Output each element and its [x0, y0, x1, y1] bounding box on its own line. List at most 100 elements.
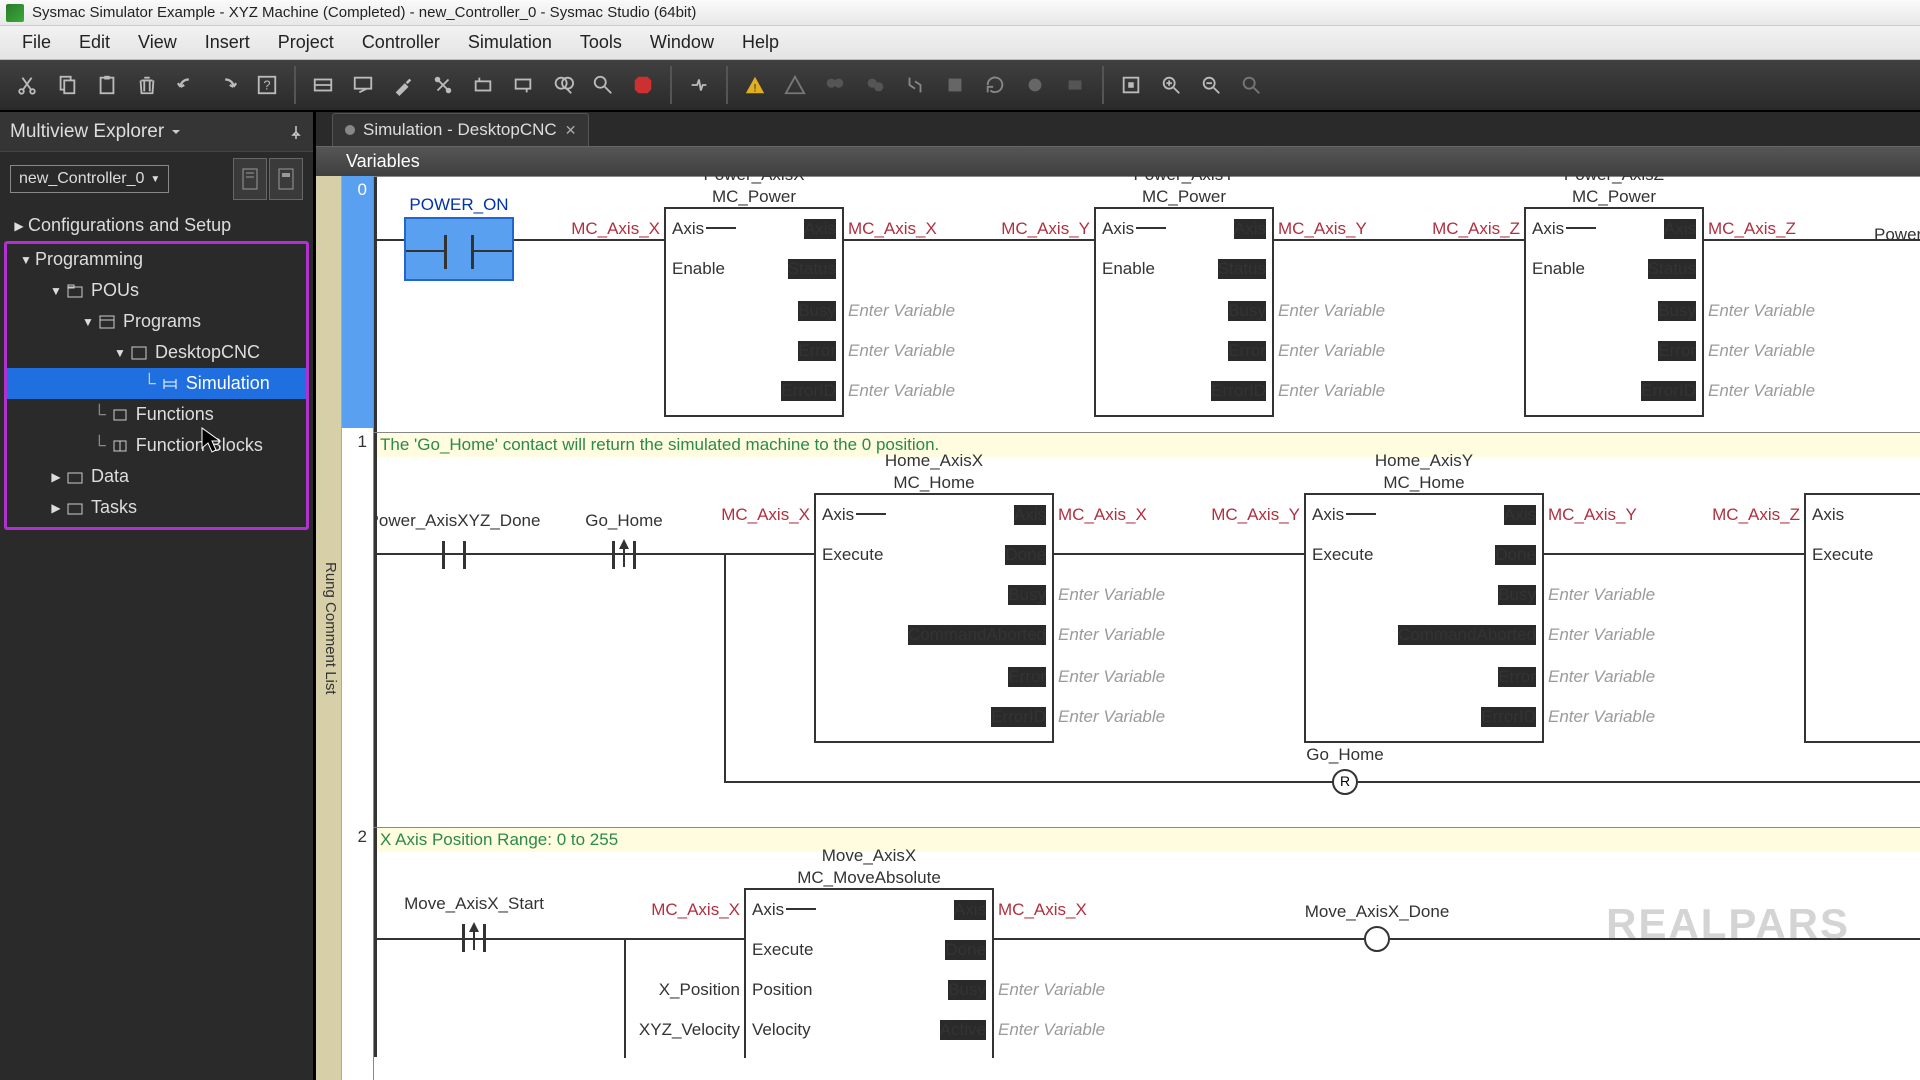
tree-simulation[interactable]: └ Simulation — [7, 368, 306, 399]
fb-power-axisx[interactable]: Power_AxisX MC_Power Axis Axis MC_Axis_X… — [664, 207, 844, 417]
folder-icon — [65, 499, 85, 517]
contact-move-x-start[interactable]: Move_AxisX_Start — [434, 916, 514, 958]
app-icon — [6, 4, 24, 22]
disabled-1-icon — [816, 66, 854, 104]
rung-icon-1[interactable] — [464, 66, 502, 104]
coil-move-x-done[interactable]: Move_AxisX_Done — [1364, 926, 1390, 952]
wire — [844, 239, 1094, 241]
menu-insert[interactable]: Insert — [191, 28, 264, 57]
record-icon[interactable] — [1016, 66, 1054, 104]
rung-icon-2[interactable] — [504, 66, 542, 104]
wire — [1358, 781, 1920, 783]
fb-home-axisx[interactable]: Home_AxisX MC_Home Axis Axis MC_Axis_X M… — [814, 493, 1054, 743]
disabled-2-icon — [856, 66, 894, 104]
redo-button[interactable] — [208, 66, 246, 104]
fb-move-axisx[interactable]: Move_AxisX MC_MoveAbsolute Axis Axis MC_… — [744, 888, 994, 1058]
tree-config-setup[interactable]: ▶ Configurations and Setup — [0, 210, 313, 241]
view-icon-2[interactable] — [344, 66, 382, 104]
warning-icon[interactable]: ! — [736, 66, 774, 104]
program-icon — [129, 344, 149, 362]
zoom-100-button[interactable] — [1232, 66, 1270, 104]
tree-programs[interactable]: ▼ Programs — [7, 306, 306, 337]
fb-home-axisy[interactable]: Home_AxisY MC_Home Axis Axis MC_Axis_Y M… — [1304, 493, 1544, 743]
fb-power-axisy[interactable]: Power_AxisY MC_Power Axis Axis MC_Axis_Y… — [1094, 207, 1274, 417]
delete-button[interactable] — [128, 66, 166, 104]
zoom-out-button[interactable] — [1192, 66, 1230, 104]
copy-button[interactable] — [48, 66, 86, 104]
expand-icon[interactable]: ▶ — [47, 470, 65, 484]
menu-window[interactable]: Window — [636, 28, 728, 57]
tools-icon[interactable] — [424, 66, 462, 104]
contact-power-on[interactable]: POWER_ON — [404, 217, 514, 281]
zoom-in-button[interactable] — [1152, 66, 1190, 104]
controller-select[interactable]: new_Controller_0 ▼ — [10, 165, 169, 193]
find-button[interactable] — [584, 66, 622, 104]
fb-icon — [110, 437, 130, 455]
tree-programming[interactable]: ▼ Programming — [7, 244, 306, 275]
close-icon[interactable]: ✕ — [565, 122, 577, 139]
undo-button[interactable] — [168, 66, 206, 104]
build-button[interactable] — [384, 66, 422, 104]
toolbar-separator — [726, 66, 728, 104]
controller-view-2-icon[interactable] — [269, 158, 303, 200]
refresh-icon[interactable] — [976, 66, 1014, 104]
stop-button[interactable] — [624, 66, 662, 104]
rung-0[interactable]: POWER_ON Power_AxisX MC_Power Axis Axis … — [374, 176, 1920, 432]
tree-function-blocks[interactable]: └ Function Blocks — [7, 430, 306, 461]
zoom-fit-button[interactable] — [1112, 66, 1150, 104]
pin-icon[interactable] — [289, 125, 303, 139]
title-bar: Sysmac Simulator Example - XYZ Machine (… — [0, 0, 1920, 26]
watermark: REALPARS — [1606, 900, 1850, 948]
warning-2-icon[interactable] — [776, 66, 814, 104]
menu-help[interactable]: Help — [728, 28, 793, 57]
rung-number[interactable]: 2 — [342, 823, 373, 851]
rung-number[interactable]: 0 — [342, 176, 373, 428]
toolbar-separator — [1102, 66, 1104, 104]
menu-project[interactable]: Project — [264, 28, 348, 57]
collapse-icon[interactable]: ▼ — [79, 315, 97, 329]
menu-controller[interactable]: Controller — [348, 28, 454, 57]
tree-pous[interactable]: ▼ POUs — [7, 275, 306, 306]
sync-2-icon[interactable] — [936, 66, 974, 104]
rung-number[interactable]: 1 — [342, 428, 373, 823]
explorer-header: Multiview Explorer — [0, 112, 313, 152]
collapse-icon[interactable]: ▼ — [47, 284, 65, 298]
tree-functions[interactable]: └ Functions — [7, 399, 306, 430]
coil-go-home-reset[interactable]: Go_Home R — [1332, 769, 1358, 795]
tree-desktopcnc[interactable]: ▼ DesktopCNC — [7, 337, 306, 368]
fb-home-axisz[interactable]: Axis MC_Axis_Z Execute — [1804, 493, 1920, 743]
contact-go-home[interactable]: Go_Home — [584, 533, 664, 575]
contact-pxyz-done[interactable]: Power_AxisXYZ_Done — [414, 533, 494, 575]
fb-power-axisz[interactable]: Power_AxisZ MC_Power Axis Axis MC_Axis_Z… — [1524, 207, 1704, 417]
wire — [724, 553, 726, 783]
tree-tasks[interactable]: ▶ Tasks — [7, 492, 306, 523]
view-icon-1[interactable] — [304, 66, 342, 104]
menu-file[interactable]: File — [8, 28, 65, 57]
expand-icon[interactable]: ▶ — [47, 501, 65, 515]
programming-highlight-group: ▼ Programming ▼ POUs ▼ Programs ▼ Deskto… — [4, 241, 309, 530]
expand-icon[interactable]: ▶ — [10, 219, 28, 233]
menu-view[interactable]: View — [124, 28, 191, 57]
menu-tools[interactable]: Tools — [566, 28, 636, 57]
menu-simulation[interactable]: Simulation — [454, 28, 566, 57]
rung-comment[interactable]: The 'Go_Home' contact will return the si… — [374, 433, 1920, 457]
variables-header[interactable]: Variables — [316, 146, 1920, 176]
cut-button[interactable] — [8, 66, 46, 104]
chevron-down-icon[interactable] — [170, 126, 182, 138]
menu-edit[interactable]: Edit — [65, 28, 124, 57]
wire — [1054, 553, 1304, 555]
help-button[interactable]: ? — [248, 66, 286, 104]
tree-data[interactable]: ▶ Data — [7, 461, 306, 492]
search-button[interactable] — [544, 66, 582, 104]
sync-1-icon[interactable] — [896, 66, 934, 104]
rung-1[interactable]: The 'Go_Home' contact will return the si… — [374, 432, 1920, 827]
collapse-icon[interactable]: ▼ — [17, 253, 35, 267]
tab-simulation[interactable]: Simulation - DesktopCNC ✕ — [332, 113, 589, 146]
collapse-icon[interactable]: ▼ — [111, 346, 129, 360]
controller-view-1-icon[interactable] — [233, 158, 267, 200]
rung-comment-list[interactable]: Rung Comment List — [316, 176, 342, 1080]
rung-comment[interactable]: X Axis Position Range: 0 to 255 — [374, 828, 1920, 852]
paste-button[interactable] — [88, 66, 126, 104]
power-rail — [374, 433, 377, 827]
online-button[interactable] — [680, 66, 718, 104]
